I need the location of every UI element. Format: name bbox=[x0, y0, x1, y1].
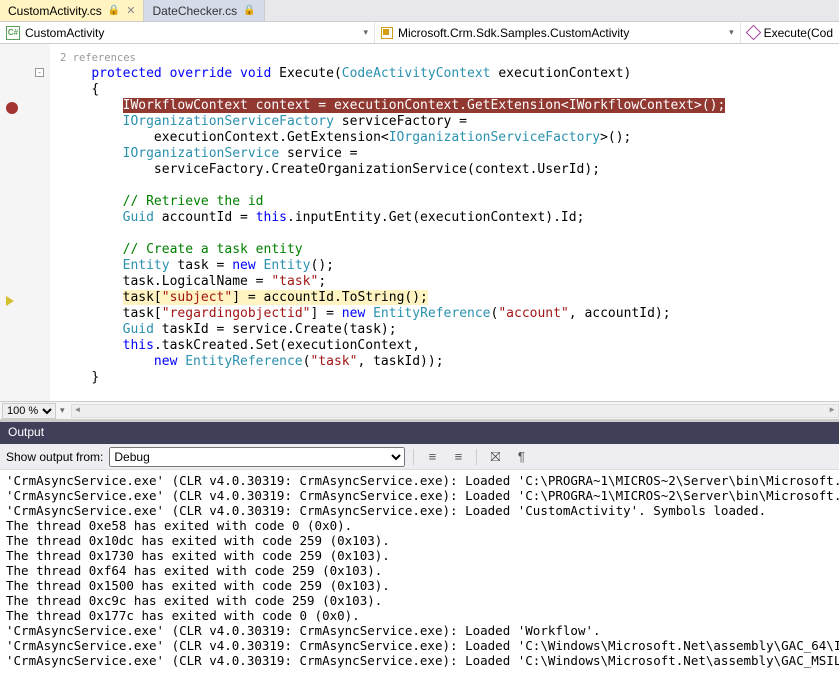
type-dropdown-label: Microsoft.Crm.Sdk.Samples.CustomActivity bbox=[398, 26, 629, 40]
chevron-down-icon: ▾ bbox=[363, 27, 368, 38]
separator bbox=[476, 449, 477, 465]
separator bbox=[413, 449, 414, 465]
tab-label: CustomActivity.cs bbox=[8, 4, 102, 18]
csharp-icon: C# bbox=[6, 26, 20, 40]
method-icon bbox=[747, 27, 759, 39]
type-dropdown[interactable]: Microsoft.Crm.Sdk.Samples.CustomActivity… bbox=[375, 22, 741, 43]
navigation-bar: C# CustomActivity ▾ Microsoft.Crm.Sdk.Sa… bbox=[0, 22, 839, 44]
class-icon bbox=[381, 27, 393, 39]
output-source-dropdown[interactable]: Debug bbox=[109, 447, 405, 467]
horizontal-scrollbar[interactable] bbox=[71, 404, 839, 418]
editor-status-bar: 100 % ▾ bbox=[0, 401, 839, 419]
output-panel: Output Show output from: Debug ≡ ≡ ⛝ ¶ '… bbox=[0, 419, 839, 693]
zoom-dropdown[interactable]: 100 % bbox=[2, 403, 56, 419]
chevron-down-icon: ▾ bbox=[729, 27, 734, 38]
toggle-wrap-icon[interactable]: ¶ bbox=[511, 447, 531, 467]
pin-icon[interactable]: 🔒 bbox=[108, 5, 120, 16]
tab-datechecker[interactable]: DateChecker.cs 🔒 bbox=[144, 0, 264, 21]
member-dropdown-label: Execute(Cod bbox=[764, 26, 833, 40]
tab-label: DateChecker.cs bbox=[152, 4, 237, 18]
show-output-label: Show output from: bbox=[6, 450, 103, 464]
find-prev-icon[interactable]: ≡ bbox=[422, 447, 442, 467]
clear-all-icon[interactable]: ⛝ bbox=[485, 447, 505, 467]
code-editor[interactable]: - 2 references protected override void E… bbox=[0, 44, 839, 401]
close-icon[interactable]: ✕ bbox=[126, 4, 135, 17]
class-dropdown-label: CustomActivity bbox=[25, 26, 104, 40]
output-toolbar: Show output from: Debug ≡ ≡ ⛝ ¶ bbox=[0, 444, 839, 470]
chevron-down-icon: ▾ bbox=[60, 405, 65, 416]
breakpoint-icon[interactable] bbox=[6, 102, 18, 114]
find-next-icon[interactable]: ≡ bbox=[448, 447, 468, 467]
code-content[interactable]: 2 references protected override void Exe… bbox=[50, 44, 839, 401]
outline-collapse-icon[interactable]: - bbox=[35, 68, 44, 77]
pin-icon[interactable]: 🔒 bbox=[243, 5, 255, 16]
tab-customactivity[interactable]: CustomActivity.cs 🔒 ✕ bbox=[0, 0, 144, 21]
member-dropdown[interactable]: Execute(Cod bbox=[741, 22, 839, 43]
class-dropdown[interactable]: C# CustomActivity ▾ bbox=[0, 22, 375, 43]
current-statement-icon bbox=[6, 296, 14, 306]
output-text[interactable]: 'CrmAsyncService.exe' (CLR v4.0.30319: C… bbox=[0, 470, 839, 693]
editor-margin[interactable]: - bbox=[0, 44, 50, 401]
output-title[interactable]: Output bbox=[0, 422, 839, 444]
document-tabs: CustomActivity.cs 🔒 ✕ DateChecker.cs 🔒 bbox=[0, 0, 839, 22]
